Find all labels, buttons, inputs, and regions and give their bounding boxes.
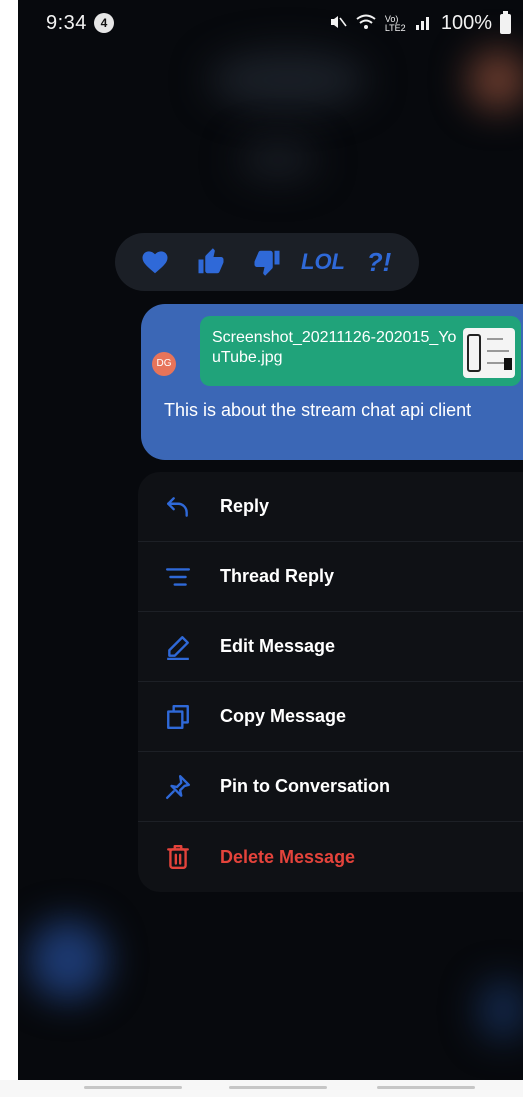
network-label: Vo) LTE2 bbox=[384, 13, 406, 33]
pin-to-conversation-button[interactable]: Pin to Conversation bbox=[138, 752, 523, 822]
battery-icon bbox=[500, 10, 511, 34]
attachment-thumbnail bbox=[463, 328, 515, 378]
mute-icon bbox=[329, 13, 347, 34]
thumbnail-image bbox=[504, 358, 512, 370]
thumbnail-image bbox=[487, 350, 509, 352]
blurred-background bbox=[478, 980, 523, 1040]
edit-message-button[interactable]: Edit Message bbox=[138, 612, 523, 682]
wut-icon[interactable]: ?! bbox=[359, 242, 399, 282]
menu-item-label: Delete Message bbox=[220, 846, 356, 867]
reply-button[interactable]: Reply bbox=[138, 472, 523, 542]
status-bar: 9:34 4 Vo) LTE2 100% bbox=[18, 0, 523, 48]
wifi-icon bbox=[355, 13, 377, 34]
signal-icon bbox=[415, 13, 433, 34]
avatar[interactable]: DG bbox=[152, 352, 176, 376]
message-bubble[interactable]: Screenshot_20211126-202015_YouTube.jpg D… bbox=[141, 304, 523, 460]
menu-item-label: Reply bbox=[220, 496, 270, 516]
thumbs-down-icon[interactable] bbox=[247, 242, 287, 282]
thumbs-up-icon[interactable] bbox=[191, 242, 231, 282]
reaction-picker: LOL ?! bbox=[115, 233, 419, 291]
chat-screen: 9:34 4 Vo) LTE2 100% LOL ?! Screenshot_2… bbox=[18, 0, 523, 1080]
recent-apps-button[interactable] bbox=[84, 1086, 182, 1089]
blurred-background bbox=[28, 920, 108, 1000]
message-text: This is about the stream chat api client bbox=[164, 400, 472, 420]
notification-count-badge: 4 bbox=[94, 13, 114, 33]
home-button[interactable] bbox=[229, 1086, 327, 1089]
menu-item-label: Pin to Conversation bbox=[220, 776, 391, 796]
reply-icon bbox=[164, 493, 192, 521]
attachment-filename: Screenshot_20211126-202015_YouTube.jpg bbox=[212, 329, 457, 366]
delete-message-button[interactable]: Delete Message bbox=[138, 822, 523, 892]
status-icons: Vo) LTE2 100% bbox=[329, 10, 511, 35]
back-button[interactable] bbox=[377, 1086, 475, 1089]
message-actions-menu: Reply Thread Reply Edit Message Copy Mes… bbox=[138, 472, 523, 892]
file-attachment[interactable]: Screenshot_20211126-202015_YouTube.jpg bbox=[200, 316, 521, 386]
copy-icon bbox=[164, 703, 192, 731]
menu-item-label: Thread Reply bbox=[220, 566, 335, 586]
battery-percent: 100% bbox=[440, 12, 492, 34]
thread-reply-icon bbox=[164, 563, 192, 591]
thumbnail-image bbox=[467, 334, 481, 372]
blurred-background bbox=[468, 50, 523, 110]
pin-icon bbox=[164, 773, 192, 801]
menu-item-label: Copy Message bbox=[220, 706, 347, 726]
menu-item-label: Edit Message bbox=[220, 636, 336, 656]
lol-icon[interactable]: LOL bbox=[301, 242, 345, 282]
blurred-background bbox=[208, 50, 368, 110]
thumbnail-image bbox=[487, 362, 505, 364]
edit-icon bbox=[164, 633, 192, 661]
blurred-background bbox=[238, 140, 318, 180]
trash-icon bbox=[164, 843, 192, 871]
copy-message-button[interactable]: Copy Message bbox=[138, 682, 523, 752]
system-navigation-bar bbox=[0, 1080, 523, 1097]
heart-icon[interactable] bbox=[135, 242, 175, 282]
thread-reply-button[interactable]: Thread Reply bbox=[138, 542, 523, 612]
thumbnail-image bbox=[487, 338, 503, 340]
clock: 9:34 bbox=[46, 12, 87, 34]
